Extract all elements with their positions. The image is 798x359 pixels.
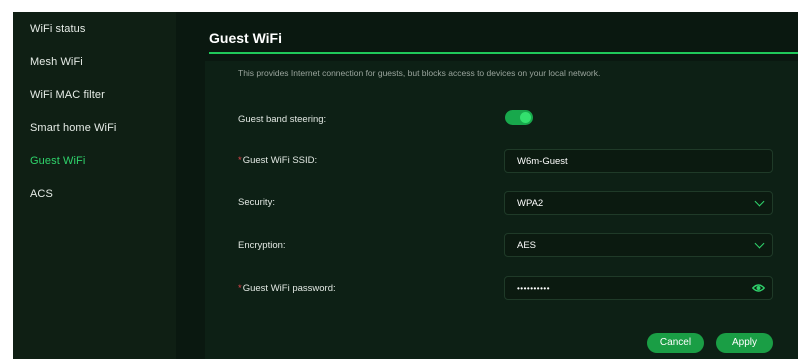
toggle-knob	[520, 112, 531, 123]
apply-button[interactable]: Apply	[716, 333, 773, 353]
chevron-down-icon	[754, 196, 765, 207]
encryption-value: AES	[517, 240, 537, 251]
required-mark: *	[238, 155, 242, 166]
required-mark: *	[238, 283, 242, 294]
ssid-input[interactable]: W6m-Guest	[504, 149, 773, 173]
encryption-label: Encryption:	[238, 240, 286, 251]
sidebar-item-wifi-status[interactable]: WiFi status	[30, 23, 86, 35]
title-divider	[209, 52, 798, 54]
eye-icon[interactable]	[752, 283, 765, 293]
password-input[interactable]: ••••••••••	[504, 276, 773, 300]
sidebar-item-smart-home-wifi[interactable]: Smart home WiFi	[30, 122, 116, 134]
sidebar-item-guest-wifi[interactable]: Guest WiFi	[30, 155, 85, 167]
chevron-down-icon	[754, 238, 765, 249]
page-description: This provides Internet connection for gu…	[238, 68, 601, 78]
sidebar: WiFi status Mesh WiFi WiFi MAC filter Sm…	[13, 12, 176, 359]
ssid-value: W6m-Guest	[517, 156, 568, 167]
ssid-label-text: Guest WiFi SSID:	[242, 155, 318, 166]
sidebar-item-mesh-wifi[interactable]: Mesh WiFi	[30, 56, 83, 68]
password-label: *Guest WiFi password:	[238, 283, 336, 294]
security-value: WPA2	[517, 198, 544, 209]
sidebar-item-acs[interactable]: ACS	[30, 188, 53, 200]
band-steering-label: Guest band steering:	[238, 114, 327, 125]
main-content: Guest WiFi	[176, 12, 798, 359]
encryption-select[interactable]: AES	[504, 233, 773, 257]
security-select[interactable]: WPA2	[504, 191, 773, 215]
band-steering-toggle[interactable]	[505, 110, 533, 125]
password-label-text: Guest WiFi password:	[242, 283, 336, 294]
ssid-label: *Guest WiFi SSID:	[238, 155, 317, 166]
sidebar-item-wifi-mac-filter[interactable]: WiFi MAC filter	[30, 89, 105, 101]
cancel-button[interactable]: Cancel	[647, 333, 704, 353]
password-value: ••••••••••	[517, 284, 551, 293]
security-label: Security:	[238, 197, 275, 208]
page-title: Guest WiFi	[209, 30, 282, 46]
